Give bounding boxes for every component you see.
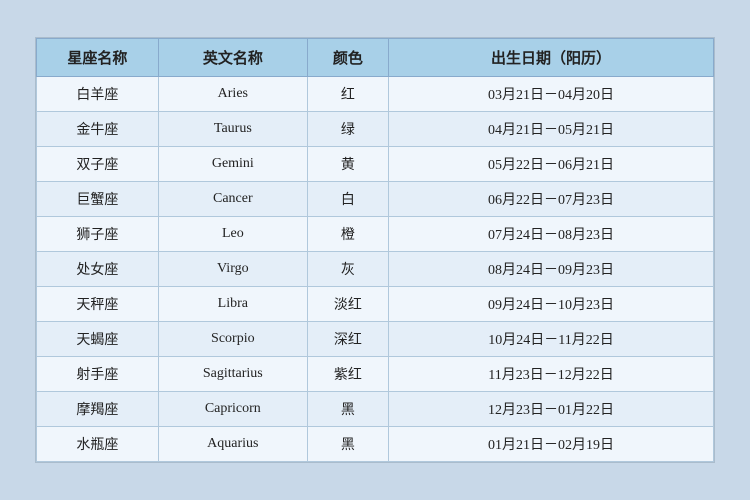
cell-english: Gemini — [158, 147, 307, 182]
cell-chinese: 白羊座 — [37, 77, 159, 112]
cell-english: Virgo — [158, 252, 307, 287]
cell-color: 红 — [307, 77, 388, 112]
header-chinese: 星座名称 — [37, 39, 159, 77]
cell-chinese: 射手座 — [37, 357, 159, 392]
table-row: 天蝎座Scorpio深红10月24日－11月22日 — [37, 322, 714, 357]
cell-chinese: 天秤座 — [37, 287, 159, 322]
table-row: 水瓶座Aquarius黑01月21日－02月19日 — [37, 427, 714, 462]
cell-chinese: 处女座 — [37, 252, 159, 287]
cell-color: 黑 — [307, 392, 388, 427]
table-row: 双子座Gemini黄05月22日－06月21日 — [37, 147, 714, 182]
cell-english: Sagittarius — [158, 357, 307, 392]
cell-date: 03月21日－04月20日 — [389, 77, 714, 112]
zodiac-table-container: 星座名称 英文名称 颜色 出生日期（阳历） 白羊座Aries红03月21日－04… — [35, 37, 715, 463]
cell-color: 白 — [307, 182, 388, 217]
table-row: 射手座Sagittarius紫红11月23日－12月22日 — [37, 357, 714, 392]
cell-chinese: 狮子座 — [37, 217, 159, 252]
cell-english: Aries — [158, 77, 307, 112]
cell-color: 橙 — [307, 217, 388, 252]
cell-english: Scorpio — [158, 322, 307, 357]
cell-chinese: 摩羯座 — [37, 392, 159, 427]
cell-color: 绿 — [307, 112, 388, 147]
table-row: 巨蟹座Cancer白06月22日－07月23日 — [37, 182, 714, 217]
table-row: 处女座Virgo灰08月24日－09月23日 — [37, 252, 714, 287]
cell-date: 08月24日－09月23日 — [389, 252, 714, 287]
table-row: 狮子座Leo橙07月24日－08月23日 — [37, 217, 714, 252]
cell-chinese: 金牛座 — [37, 112, 159, 147]
cell-english: Capricorn — [158, 392, 307, 427]
cell-date: 05月22日－06月21日 — [389, 147, 714, 182]
cell-date: 06月22日－07月23日 — [389, 182, 714, 217]
cell-english: Cancer — [158, 182, 307, 217]
header-english: 英文名称 — [158, 39, 307, 77]
table-header-row: 星座名称 英文名称 颜色 出生日期（阳历） — [37, 39, 714, 77]
table-row: 金牛座Taurus绿04月21日－05月21日 — [37, 112, 714, 147]
cell-color: 淡红 — [307, 287, 388, 322]
cell-english: Taurus — [158, 112, 307, 147]
cell-color: 灰 — [307, 252, 388, 287]
cell-chinese: 天蝎座 — [37, 322, 159, 357]
cell-english: Libra — [158, 287, 307, 322]
cell-english: Aquarius — [158, 427, 307, 462]
cell-chinese: 水瓶座 — [37, 427, 159, 462]
cell-date: 11月23日－12月22日 — [389, 357, 714, 392]
header-color: 颜色 — [307, 39, 388, 77]
cell-date: 10月24日－11月22日 — [389, 322, 714, 357]
table-body: 白羊座Aries红03月21日－04月20日金牛座Taurus绿04月21日－0… — [37, 77, 714, 462]
cell-chinese: 巨蟹座 — [37, 182, 159, 217]
cell-date: 12月23日－01月22日 — [389, 392, 714, 427]
cell-date: 07月24日－08月23日 — [389, 217, 714, 252]
cell-color: 紫红 — [307, 357, 388, 392]
table-row: 天秤座Libra淡红09月24日－10月23日 — [37, 287, 714, 322]
cell-color: 黑 — [307, 427, 388, 462]
table-row: 白羊座Aries红03月21日－04月20日 — [37, 77, 714, 112]
cell-date: 09月24日－10月23日 — [389, 287, 714, 322]
cell-date: 04月21日－05月21日 — [389, 112, 714, 147]
cell-chinese: 双子座 — [37, 147, 159, 182]
cell-color: 深红 — [307, 322, 388, 357]
cell-english: Leo — [158, 217, 307, 252]
table-row: 摩羯座Capricorn黑12月23日－01月22日 — [37, 392, 714, 427]
header-date: 出生日期（阳历） — [389, 39, 714, 77]
zodiac-table: 星座名称 英文名称 颜色 出生日期（阳历） 白羊座Aries红03月21日－04… — [36, 38, 714, 462]
cell-date: 01月21日－02月19日 — [389, 427, 714, 462]
cell-color: 黄 — [307, 147, 388, 182]
